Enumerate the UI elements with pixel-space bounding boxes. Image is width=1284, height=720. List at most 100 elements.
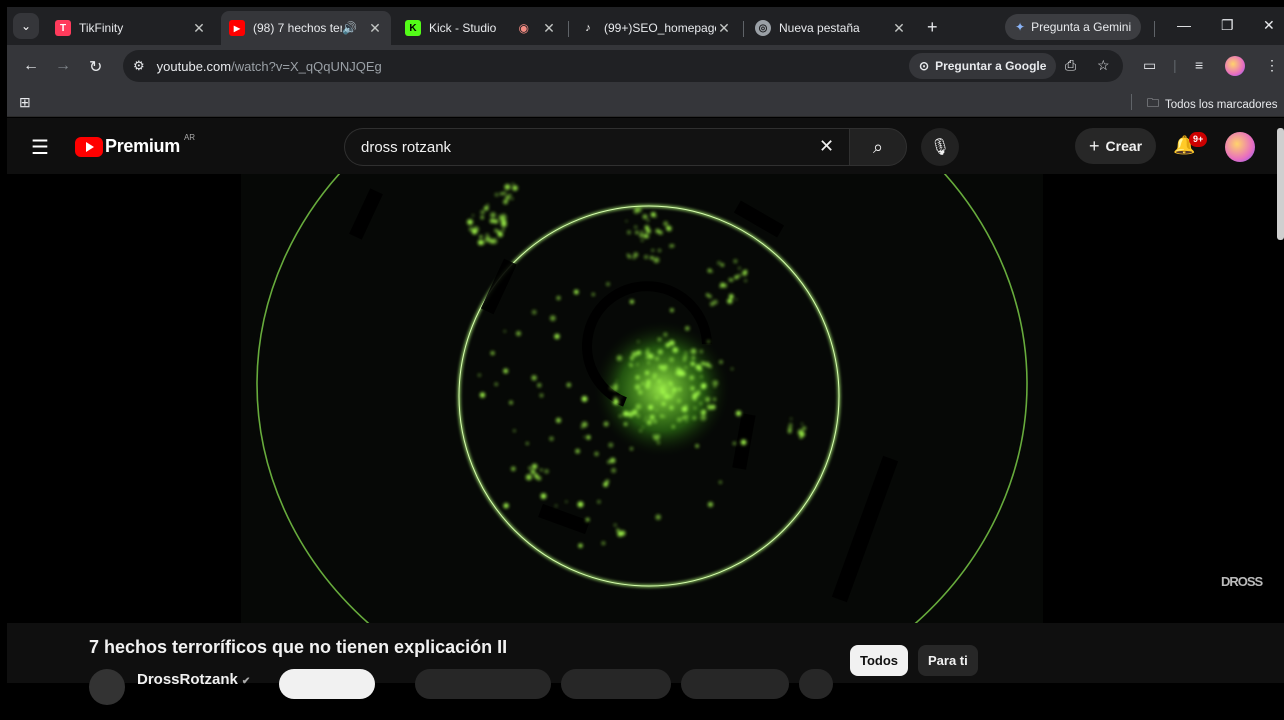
channel-name-link[interactable]: DrossRotzank ✔ (137, 671, 250, 688)
chip-todos[interactable]: Todos (850, 645, 909, 676)
tab-tikfinity[interactable]: T TikFinity ✕ (47, 11, 215, 45)
particle (738, 267, 741, 270)
tab-kick-studio[interactable]: K Kick - Studio ◉ ✕ (397, 11, 565, 45)
tab-search-button[interactable]: ⌄ (13, 13, 39, 39)
voice-search-button[interactable]: 🎙 (921, 128, 959, 166)
particle (735, 298, 737, 301)
create-button[interactable]: + Crear (1075, 128, 1157, 164)
save-button[interactable] (681, 669, 789, 699)
particle (669, 405, 674, 410)
particle (648, 353, 654, 359)
ask-google-button[interactable]: ⊙ Preguntar a Google (909, 53, 1057, 79)
tiktok-icon: ♪ (580, 20, 596, 36)
speaker-icon[interactable]: 🔊 (342, 21, 357, 35)
particle (701, 361, 705, 365)
particle (648, 404, 654, 410)
notifications-badge: 9+ (1189, 132, 1208, 147)
particle (678, 370, 681, 373)
particle (549, 436, 554, 441)
particle (627, 230, 631, 235)
particle (613, 387, 618, 391)
particle (645, 215, 648, 218)
menu-icon[interactable]: ⋮ (1265, 57, 1279, 74)
more-actions-button[interactable] (799, 669, 833, 699)
profile-avatar[interactable] (1225, 56, 1245, 76)
hamburger-menu-icon[interactable]: ☰ (31, 135, 49, 160)
particle (705, 397, 710, 402)
particle (692, 416, 697, 420)
tab-youtube[interactable]: ▶ (98) 7 hechos terr 🔊 ✕ (221, 11, 391, 45)
close-window-icon[interactable]: ✕ (1263, 17, 1275, 34)
apps-grid-icon[interactable]: ⊞ (19, 94, 31, 111)
particle (594, 451, 599, 456)
account-avatar[interactable] (1225, 132, 1255, 162)
particle (509, 400, 513, 405)
create-label: Crear (1105, 138, 1143, 154)
particle (669, 382, 673, 386)
chip-para-ti[interactable]: Para ti (918, 645, 978, 676)
bookmark-star-icon[interactable]: ☆ (1097, 57, 1110, 74)
particle (608, 442, 614, 448)
particle (639, 233, 643, 238)
particle (655, 356, 659, 361)
forward-icon[interactable]: → (55, 57, 71, 75)
particle (672, 347, 679, 353)
close-icon[interactable]: ✕ (716, 20, 732, 37)
media-control-icon[interactable]: ≡ (1195, 57, 1203, 73)
particle (677, 417, 682, 423)
address-bar[interactable]: ⚙ youtube.com/watch?v=X_qQqUNJQEg ⊙ Preg… (123, 50, 1123, 82)
subscribe-button[interactable] (279, 669, 375, 699)
search-button[interactable]: ⌕ (849, 128, 907, 166)
search-input[interactable] (361, 138, 801, 156)
particle (663, 332, 668, 337)
particle (661, 390, 665, 394)
particle (578, 543, 583, 548)
particle (682, 416, 684, 419)
minimize-icon[interactable]: — (1177, 17, 1191, 33)
gemini-button[interactable]: ✦ Pregunta a Gemini (1005, 14, 1142, 40)
clear-search-icon[interactable]: ✕ (819, 136, 834, 157)
close-icon[interactable]: ✕ (891, 20, 907, 37)
tab-title: Kick - Studio (429, 21, 497, 35)
youtube-logo[interactable]: Premium AR (75, 133, 195, 157)
new-tab-button[interactable]: + (927, 17, 938, 38)
particle (685, 404, 688, 408)
particle (695, 444, 699, 448)
particle (691, 356, 696, 360)
tab-seo-homepage[interactable]: ♪ (99+)SEO_homepage ✕ (572, 11, 740, 45)
all-bookmarks-button[interactable]: 🗀 Todos los marcadores (1147, 94, 1278, 115)
page-scrollbar[interactable] (1277, 128, 1284, 240)
share-button[interactable] (561, 669, 671, 699)
close-icon[interactable]: ✕ (367, 20, 383, 37)
tab-title: TikFinity (79, 21, 124, 35)
particle (634, 384, 641, 390)
particle (544, 469, 549, 474)
plus-icon: + (1089, 135, 1100, 156)
particle (693, 406, 697, 410)
chrome-icon: ◎ (755, 20, 771, 36)
particle (714, 385, 716, 388)
particle (694, 398, 697, 401)
particle (728, 278, 733, 282)
particle (683, 354, 688, 359)
close-icon[interactable]: ✕ (541, 20, 557, 37)
restore-icon[interactable]: ❐ (1221, 17, 1234, 34)
cast-icon[interactable]: ▭ (1143, 57, 1156, 74)
back-icon[interactable]: ← (23, 57, 39, 75)
particle (537, 476, 542, 481)
url-text[interactable]: youtube.com/watch?v=X_qQqUNJQEg (157, 59, 382, 74)
close-icon[interactable]: ✕ (191, 20, 207, 37)
youtube-play-icon (75, 136, 103, 157)
particle (626, 253, 629, 256)
particle (467, 219, 473, 225)
particle (702, 409, 706, 414)
tab-new-tab[interactable]: ◎ Nueva pestaña ✕ (747, 11, 915, 45)
like-dislike-button[interactable] (415, 669, 551, 699)
site-settings-icon[interactable]: ⚙ (133, 58, 145, 74)
install-app-icon[interactable]: ⎙ (1065, 57, 1076, 74)
particle (480, 240, 485, 245)
particle (737, 274, 741, 278)
channel-avatar[interactable] (89, 669, 125, 705)
reload-icon[interactable]: ↻ (89, 57, 102, 77)
video-player[interactable]: DROSS (7, 174, 1284, 623)
